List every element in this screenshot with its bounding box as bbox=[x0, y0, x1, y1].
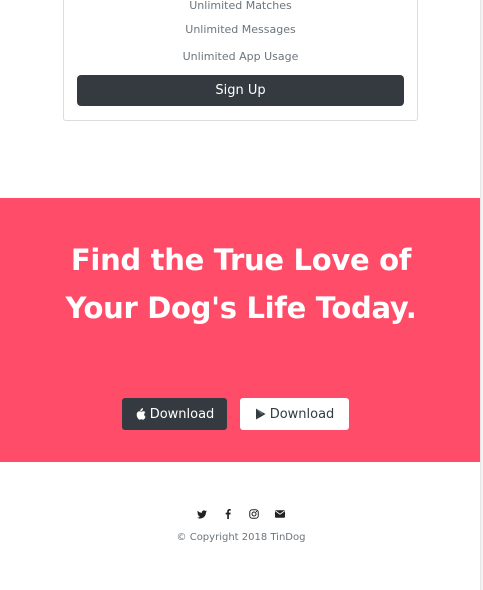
envelope-icon[interactable] bbox=[275, 509, 285, 519]
google-play-download-button[interactable]: Download bbox=[240, 398, 349, 430]
cta-title: Find the True Love of Your Dog's Life To… bbox=[65, 243, 417, 325]
feature-unlimited-matches: Unlimited Matches bbox=[189, 0, 292, 12]
feature-unlimited-app-usage: Unlimited App Usage bbox=[182, 50, 299, 63]
google-download-label: Download bbox=[269, 406, 335, 422]
copyright-text: © Copyright 2018 TinDog bbox=[176, 532, 306, 543]
apple-download-button[interactable]: Download bbox=[122, 398, 227, 430]
sign-up-button[interactable]: Sign Up bbox=[77, 75, 404, 106]
twitter-icon[interactable] bbox=[197, 509, 207, 519]
apple-download-label: Download bbox=[149, 406, 215, 422]
google-play-icon bbox=[255, 408, 266, 420]
pricing-card: Unlimited Matches Unlimited Messages Unl… bbox=[63, 0, 418, 121]
social-links bbox=[0, 506, 482, 522]
facebook-icon[interactable] bbox=[223, 509, 233, 519]
cta-section: Find the True Love of Your Dog's Life To… bbox=[0, 198, 482, 462]
instagram-icon[interactable] bbox=[249, 509, 259, 519]
apple-icon bbox=[135, 408, 146, 420]
feature-unlimited-messages: Unlimited Messages bbox=[185, 23, 296, 36]
page: Unlimited Matches Unlimited Messages Unl… bbox=[0, 0, 483, 590]
